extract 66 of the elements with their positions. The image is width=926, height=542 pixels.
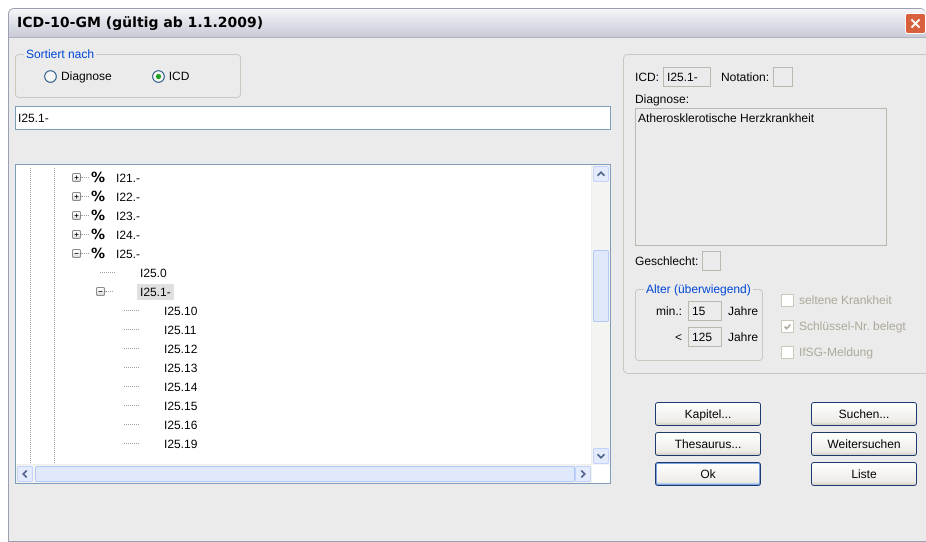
expand-icon[interactable] [72,192,81,201]
checkbox-label: IfSG-Meldung [799,345,874,359]
icd-field: I25.1- [663,67,711,87]
scroll-up-icon[interactable] [593,166,609,182]
icd-label: ICD: [635,70,659,84]
radio-label[interactable]: ICD [168,69,190,83]
scroll-right-icon[interactable] [575,466,591,482]
checkbox-label: Schlüssel-Nr. belegt [799,319,906,333]
scroll-down-icon[interactable] [593,448,609,464]
radio-button[interactable] [152,70,165,82]
tree-item[interactable]: I25.14 [161,378,200,394]
dialog-button[interactable]: Thesaurus... [655,432,761,456]
tree-item[interactable]: I25.- [113,246,144,262]
age-label: min.: [654,304,682,318]
tree-item[interactable]: I25.10 [161,302,200,318]
percent-marker: % [91,188,106,204]
tree-item[interactable]: I25.0 [137,264,170,280]
group-label: Alter (überwiegend) [644,282,753,296]
diagnosis-label: Diagnose: [635,92,690,106]
radio-button[interactable] [44,70,57,82]
unit-label: Jahre [728,304,760,318]
tree-item[interactable]: I22.- [113,188,144,204]
tree-item[interactable]: I23.- [113,208,144,224]
scrollbar-thumb[interactable] [35,466,575,482]
tree-item[interactable]: I24.- [113,226,144,242]
percent-marker: % [91,246,106,262]
unit-label: Jahre [728,330,760,344]
collapse-icon[interactable] [96,287,105,296]
age-field: 15 [688,301,722,321]
percent-marker: % [91,226,106,242]
sex-field [702,251,722,271]
vertical-scrollbar[interactable] [591,165,610,465]
collapse-icon[interactable] [72,249,81,258]
percent-marker: % [91,208,106,224]
radio-label[interactable]: Diagnose [61,69,112,83]
tree-item[interactable]: I25.12 [161,340,200,356]
horizontal-scrollbar[interactable] [16,464,592,483]
expand-icon[interactable] [72,173,81,182]
tree-item[interactable]: I21.- [113,170,144,186]
window-title: ICD-10-GM (gültig ab 1.1.2009) [17,15,264,31]
dialog-button[interactable]: Suchen... [811,402,917,426]
age-label: < [674,330,682,344]
age-field: 125 [688,327,722,347]
tree-item[interactable]: I25.16 [161,416,200,432]
dialog-button[interactable]: Kapitel... [655,402,761,426]
tree-item[interactable]: I25.11 [161,322,200,338]
diagnosis-field: Atherosklerotische Herzkrankheit [635,108,887,246]
expand-icon[interactable] [72,230,81,239]
group-label: Sortiert nach [24,47,96,61]
search-field[interactable]: I25.1- [15,106,611,130]
dialog-button[interactable]: Ok [655,462,761,486]
tree-item[interactable]: I25.15 [161,398,200,414]
sex-label: Geschlecht: [635,254,698,268]
tree-item[interactable]: I25.19 [161,436,200,452]
scrollbar-thumb[interactable] [593,250,609,322]
expand-icon[interactable] [72,211,81,220]
notation-field [773,67,794,87]
notation-label: Notation: [721,70,770,84]
dialog-button[interactable]: Weitersuchen [811,432,917,456]
tree-item[interactable]: I25.13 [161,360,200,376]
scroll-left-icon[interactable] [17,466,33,482]
tree-item[interactable]: I25.1- [137,284,174,300]
percent-marker: % [91,170,106,186]
dialog-button[interactable]: Liste [811,462,917,486]
checkbox-label: seltene Krankheit [799,293,892,307]
close-icon[interactable] [905,13,926,34]
